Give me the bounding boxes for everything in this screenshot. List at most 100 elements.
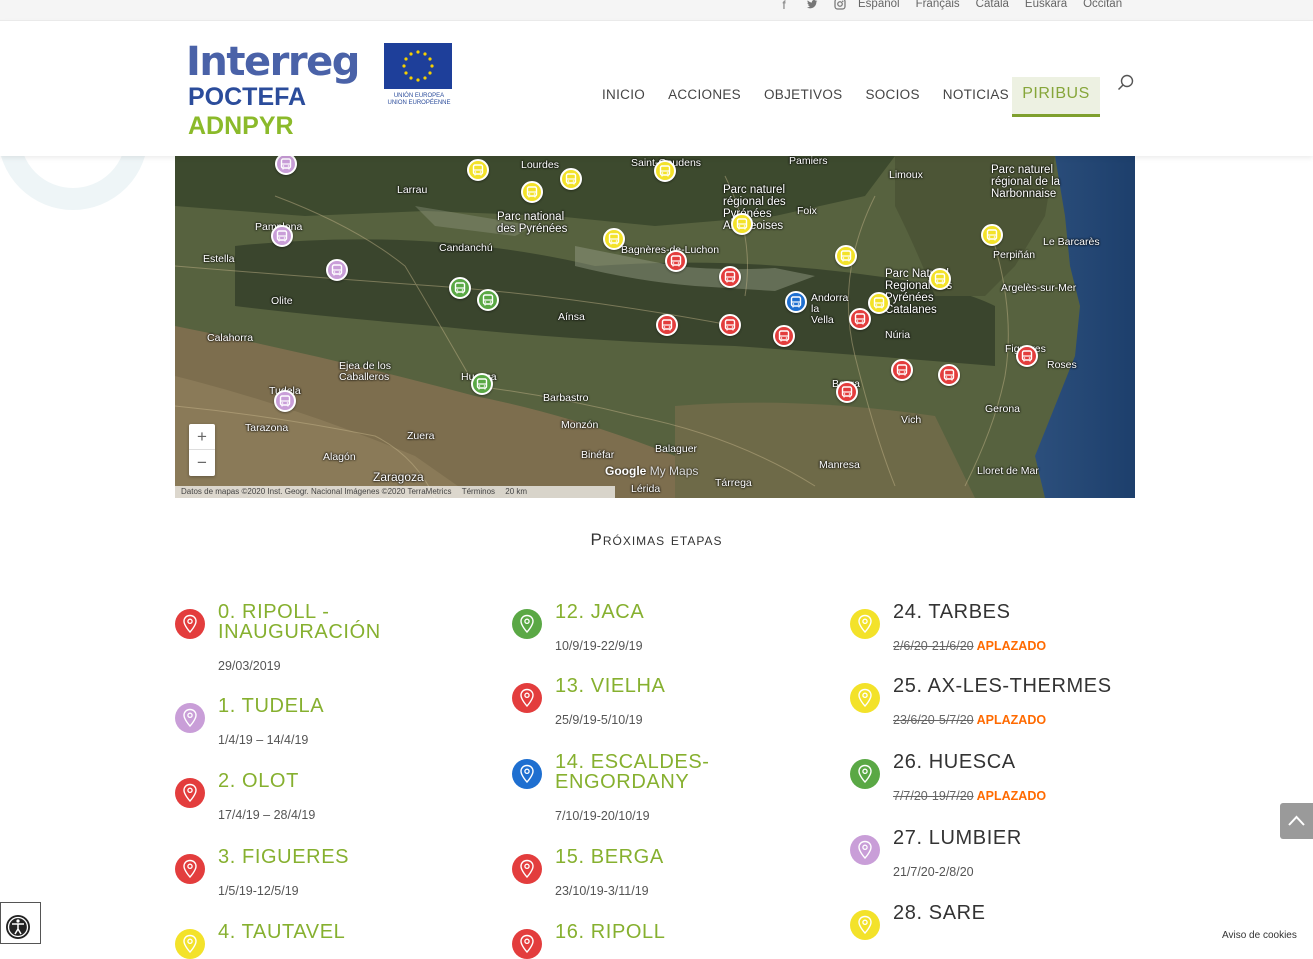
bus-marker-icon[interactable]: [731, 213, 753, 235]
map-label: Manresa: [819, 459, 860, 471]
stage-date: 1/4/19 – 14/4/19: [218, 733, 309, 747]
nav-noticias[interactable]: NOTICIAS: [943, 87, 1009, 102]
map-label: Estella: [203, 253, 235, 265]
map-label: Gerona: [985, 403, 1021, 415]
language-selector: Español Français Català Euskara Occitan: [858, 0, 1122, 10]
stage-name[interactable]: 26. HUESCA: [893, 752, 1016, 772]
nav-inicio[interactable]: INICIO: [602, 87, 645, 102]
stage-name-line2[interactable]: ENGORDANY: [555, 772, 689, 792]
bus-marker-icon[interactable]: [719, 266, 741, 288]
bus-marker-icon[interactable]: [560, 168, 582, 190]
bus-marker-icon[interactable]: [477, 289, 499, 311]
postponed-badge: APLAZADO: [976, 789, 1047, 803]
site-logo[interactable]: Interreg POCTEFA ADNPYR UNIÓN EUROPEA UN…: [186, 39, 456, 141]
stage-name[interactable]: 16. RIPOLL: [555, 922, 666, 942]
stage-name[interactable]: 15. BERGA: [555, 847, 664, 867]
lang-oc[interactable]: Occitan: [1083, 0, 1122, 10]
map-label: Tárrega: [715, 477, 752, 489]
bus-marker-icon[interactable]: [274, 390, 296, 412]
stage-name[interactable]: 1. TUDELA: [218, 696, 324, 716]
top-bar: f Español Français Català Euskara Occita…: [0, 0, 1313, 21]
postponed-badge: APLAZADO: [976, 639, 1047, 653]
stage-name[interactable]: 12. JACA: [555, 602, 644, 622]
location-pin-icon: [512, 683, 542, 713]
social-links: f: [776, 0, 848, 13]
stage-name[interactable]: 28. SARE: [893, 903, 986, 923]
bus-marker-icon[interactable]: [521, 181, 543, 203]
bus-marker-icon[interactable]: [471, 373, 493, 395]
stage-name[interactable]: 3. FIGUERES: [218, 847, 349, 867]
bus-marker-icon[interactable]: [773, 325, 795, 347]
map-label: Zuera: [407, 430, 435, 442]
bus-marker-icon[interactable]: [271, 225, 293, 247]
zoom-out-button[interactable]: −: [189, 450, 215, 476]
bus-marker-icon[interactable]: [326, 259, 348, 281]
map-label: Tarazona: [245, 422, 289, 434]
map-label: Núria: [885, 329, 911, 341]
lang-eu[interactable]: Euskara: [1025, 0, 1067, 10]
stage-name-line2[interactable]: INAUGURACIÓN: [218, 622, 381, 642]
route-map[interactable]: Lourdes Saint-Gaudens Pamiers Limoux Par…: [175, 156, 1135, 498]
map-label: Olite: [271, 295, 293, 307]
bus-marker-icon[interactable]: [275, 156, 297, 175]
cookie-notice-link[interactable]: Aviso de cookies: [1216, 926, 1313, 944]
stage-date: 25/9/19-5/10/19: [555, 713, 643, 727]
bus-marker-icon[interactable]: [785, 291, 807, 313]
location-pin-icon: [850, 910, 880, 940]
location-pin-icon: [512, 759, 542, 789]
zoom-in-button[interactable]: +: [189, 424, 215, 450]
location-pin-icon: [512, 929, 542, 959]
bus-marker-icon[interactable]: [449, 277, 471, 299]
facebook-icon[interactable]: f: [776, 0, 792, 13]
map-label: Binéfar: [581, 449, 615, 461]
map-terms-link[interactable]: Términos: [462, 487, 495, 496]
bus-marker-icon[interactable]: [656, 314, 678, 336]
stage-name[interactable]: 14. ESCALDES-: [555, 752, 710, 772]
nav-objetivos[interactable]: OBJETIVOS: [764, 87, 842, 102]
eu-flag-icon: [384, 43, 452, 89]
bus-marker-icon[interactable]: [1016, 345, 1038, 367]
lang-es[interactable]: Español: [858, 0, 900, 10]
bus-marker-icon[interactable]: [603, 228, 625, 250]
instagram-icon[interactable]: [832, 0, 848, 13]
accessibility-button[interactable]: [0, 902, 41, 944]
bus-marker-icon[interactable]: [938, 364, 960, 386]
bus-marker-icon[interactable]: [849, 308, 871, 330]
bus-marker-icon[interactable]: [929, 268, 951, 290]
stage-name[interactable]: 24. TARBES: [893, 602, 1011, 622]
logo-interreg: Interreg: [186, 39, 360, 85]
bus-marker-icon[interactable]: [467, 159, 489, 181]
bus-marker-icon[interactable]: [835, 245, 857, 267]
map-label: Limoux: [889, 169, 923, 181]
lang-ca[interactable]: Català: [976, 0, 1009, 10]
map-label: Calahorra: [207, 332, 254, 344]
nav-piribus[interactable]: PIRIBUS: [1012, 77, 1100, 117]
stage-date: 10/9/19-22/9/19: [555, 639, 643, 653]
nav-acciones[interactable]: ACCIONES: [668, 87, 741, 102]
map-label: Vich: [901, 414, 922, 426]
search-icon[interactable]: [1117, 74, 1135, 92]
bus-marker-icon[interactable]: [981, 224, 1003, 246]
stage-name[interactable]: 25. AX-LES-THERMES: [893, 676, 1112, 696]
bus-marker-icon[interactable]: [719, 314, 741, 336]
stage-name[interactable]: 27. LUMBIER: [893, 828, 1022, 848]
map-label: Alagón: [323, 451, 356, 463]
google-maps-logo: Google My Maps: [605, 464, 699, 478]
stage-date: 17/4/19 – 28/4/19: [218, 808, 316, 822]
bus-marker-icon[interactable]: [836, 381, 858, 403]
map-label: Argelès-sur-Mer: [1001, 282, 1077, 294]
stage-date: 23/10/19-3/11/19: [555, 884, 649, 898]
map-label: Zaragoza: [373, 470, 424, 484]
bus-marker-icon[interactable]: [868, 292, 890, 314]
stage-name[interactable]: 0. RIPOLL -: [218, 602, 329, 622]
scroll-top-button[interactable]: [1280, 803, 1313, 839]
stage-name[interactable]: 13. VIELHA: [555, 676, 666, 696]
lang-fr[interactable]: Français: [916, 0, 960, 10]
stage-name[interactable]: 4. TAUTAVEL: [218, 922, 345, 942]
bus-marker-icon[interactable]: [665, 250, 687, 272]
bus-marker-icon[interactable]: [654, 160, 676, 182]
stage-name[interactable]: 2. OLOT: [218, 771, 299, 791]
nav-socios[interactable]: SOCIOS: [865, 87, 919, 102]
bus-marker-icon[interactable]: [891, 359, 913, 381]
twitter-icon[interactable]: [804, 0, 820, 13]
